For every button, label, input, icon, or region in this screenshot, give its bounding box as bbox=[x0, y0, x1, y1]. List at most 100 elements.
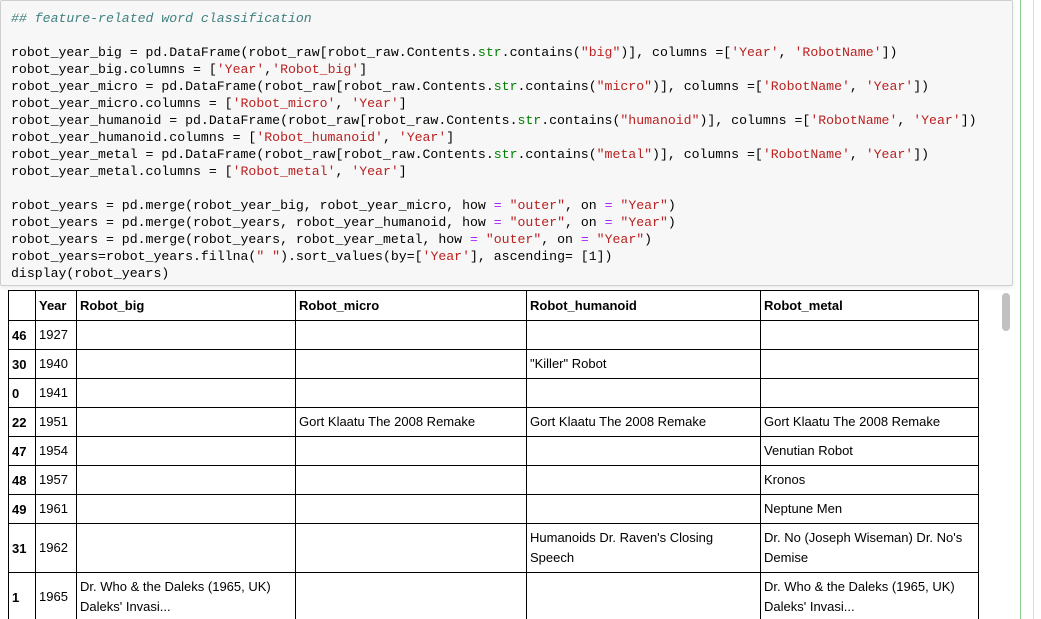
cell-humanoid bbox=[526, 436, 761, 466]
cell-year: 1957 bbox=[35, 465, 77, 495]
code-token: 'RobotName' bbox=[810, 113, 898, 128]
cell-micro: Gort Klaatu The 2008 Remake bbox=[295, 407, 527, 437]
cell-year: 1940 bbox=[35, 349, 77, 379]
code-editor[interactable]: ## feature-related word classification ro… bbox=[11, 10, 977, 282]
header-robot-humanoid: Robot_humanoid bbox=[526, 290, 761, 321]
code-token: str bbox=[477, 45, 502, 60]
header-robot-big: Robot_big bbox=[76, 290, 296, 321]
code-cell[interactable]: ## feature-related word classification ro… bbox=[0, 0, 1013, 286]
table-row: 22 1951 Gort Klaatu The 2008 Remake Gort Kl… bbox=[8, 407, 979, 437]
cell-metal: Gort Klaatu The 2008 Remake bbox=[760, 407, 979, 437]
table-row: 1 1965 Dr. Who & the Daleks (1965, UK) Dal… bbox=[8, 572, 979, 619]
code-token: ] bbox=[398, 96, 407, 111]
row-index: 1 bbox=[8, 572, 36, 619]
code-token: )], columns =[ bbox=[699, 113, 811, 128]
code-token: 'Year' bbox=[351, 96, 399, 111]
cell-metal: Dr. Who & the Daleks (1965, UK) Daleks' … bbox=[760, 572, 979, 619]
code-token: = bbox=[604, 215, 613, 230]
code-token: ## feature-related word classification bbox=[11, 11, 312, 26]
code-token: robot_year_micro.columns = [ bbox=[11, 96, 233, 111]
code-token: robot_year_big.columns = [ bbox=[11, 62, 217, 77]
cell-metal bbox=[760, 378, 979, 408]
output-scrollbar[interactable] bbox=[998, 290, 1012, 619]
code-token: "outer" bbox=[509, 198, 565, 213]
code-token: , on bbox=[541, 232, 581, 247]
row-index: 46 bbox=[8, 320, 36, 350]
cell-metal bbox=[760, 320, 979, 350]
cell-micro bbox=[295, 465, 527, 495]
code-token: robot_year_big = pd.DataFrame(robot_raw[… bbox=[11, 45, 478, 60]
table-row: 48 1957 Kronos bbox=[8, 465, 979, 495]
cell-big bbox=[76, 407, 296, 437]
code-token: 'Year' bbox=[351, 164, 399, 179]
code-token: .contains( bbox=[517, 147, 597, 162]
code-token: 'RobotName' bbox=[794, 45, 882, 60]
cell-humanoid bbox=[526, 572, 761, 619]
code-token: ]) bbox=[960, 113, 977, 128]
cell-micro bbox=[295, 436, 527, 466]
code-token: ]) bbox=[913, 79, 930, 94]
code-token: "Year" bbox=[620, 198, 668, 213]
code-token: "Year" bbox=[620, 215, 668, 230]
code-token: , bbox=[335, 164, 352, 179]
code-line: robot_year_micro = pd.DataFrame(robot_ra… bbox=[11, 78, 977, 95]
row-index: 47 bbox=[8, 436, 36, 466]
code-line: robot_years = pd.merge(robot_year_big, r… bbox=[11, 197, 977, 214]
code-token: robot_years = pd.merge(robot_years, robo… bbox=[11, 232, 470, 247]
code-token: )], columns =[ bbox=[652, 79, 763, 94]
code-token: .contains( bbox=[517, 79, 597, 94]
cell-humanoid: Humanoids Dr. Raven's Closing Speech bbox=[526, 523, 761, 573]
code-line: display(robot_years) bbox=[11, 265, 977, 282]
code-token: " " bbox=[256, 249, 281, 264]
header-index bbox=[8, 290, 36, 321]
scrollbar-thumb[interactable] bbox=[1002, 293, 1010, 331]
code-token: 'Robot_metal' bbox=[232, 164, 336, 179]
code-token: 'Year' bbox=[865, 79, 914, 94]
cell-year: 1962 bbox=[35, 523, 77, 573]
code-line: ## feature-related word classification bbox=[11, 10, 977, 27]
code-line: robot_year_humanoid = pd.DataFrame(robot… bbox=[11, 112, 977, 129]
cell-metal: Dr. No (Joseph Wiseman) Dr. No's Demise bbox=[760, 523, 979, 573]
code-token: , bbox=[382, 130, 399, 145]
code-token: robot_years = pd.merge(robot_year_big, r… bbox=[11, 198, 494, 213]
row-index: 48 bbox=[8, 465, 36, 495]
code-token: robot_year_metal = pd.DataFrame(robot_ra… bbox=[11, 147, 494, 162]
cell-metal: Kronos bbox=[760, 465, 979, 495]
cell-big bbox=[76, 320, 296, 350]
code-token: ] bbox=[446, 130, 455, 145]
code-token: 'Year' bbox=[865, 147, 914, 162]
code-token: ] bbox=[359, 62, 368, 77]
code-token: "outer" bbox=[485, 232, 542, 247]
code-line: robot_years=robot_years.fillna(" ").sort… bbox=[11, 248, 977, 265]
code-token: = bbox=[580, 232, 589, 247]
code-token: , on bbox=[565, 198, 605, 213]
code-line: robot_year_metal = pd.DataFrame(robot_ra… bbox=[11, 146, 977, 163]
code-token: ).sort_values(by=[ bbox=[280, 249, 423, 264]
code-token: str bbox=[493, 79, 518, 94]
cell-big: Dr. Who & the Daleks (1965, UK) Daleks' … bbox=[76, 572, 296, 619]
table-row: 0 1941 bbox=[8, 378, 979, 408]
code-token: 'RobotName' bbox=[762, 147, 850, 162]
cell-micro bbox=[295, 572, 527, 619]
cell-metal bbox=[760, 349, 979, 379]
code-token: = bbox=[493, 198, 502, 213]
table-row: 30 1940 "Killer" Robot bbox=[8, 349, 979, 379]
code-token: 'Robot_micro' bbox=[232, 96, 336, 111]
table-row: 46 1927 bbox=[8, 320, 979, 350]
code-token: .contains( bbox=[501, 45, 581, 60]
code-token: robot_years=robot_years.fillna( bbox=[11, 249, 257, 264]
code-token: ] bbox=[398, 164, 407, 179]
dataframe-table: Year Robot_big Robot_micro Robot_humanoi… bbox=[8, 290, 979, 619]
cell-big bbox=[76, 494, 296, 524]
cell-big bbox=[76, 523, 296, 573]
code-token: , bbox=[849, 147, 866, 162]
code-token: )], columns =[ bbox=[620, 45, 732, 60]
code-token: )], columns =[ bbox=[652, 147, 763, 162]
code-token: 'Year' bbox=[913, 113, 961, 128]
cell-humanoid bbox=[526, 494, 761, 524]
cell-micro bbox=[295, 494, 527, 524]
